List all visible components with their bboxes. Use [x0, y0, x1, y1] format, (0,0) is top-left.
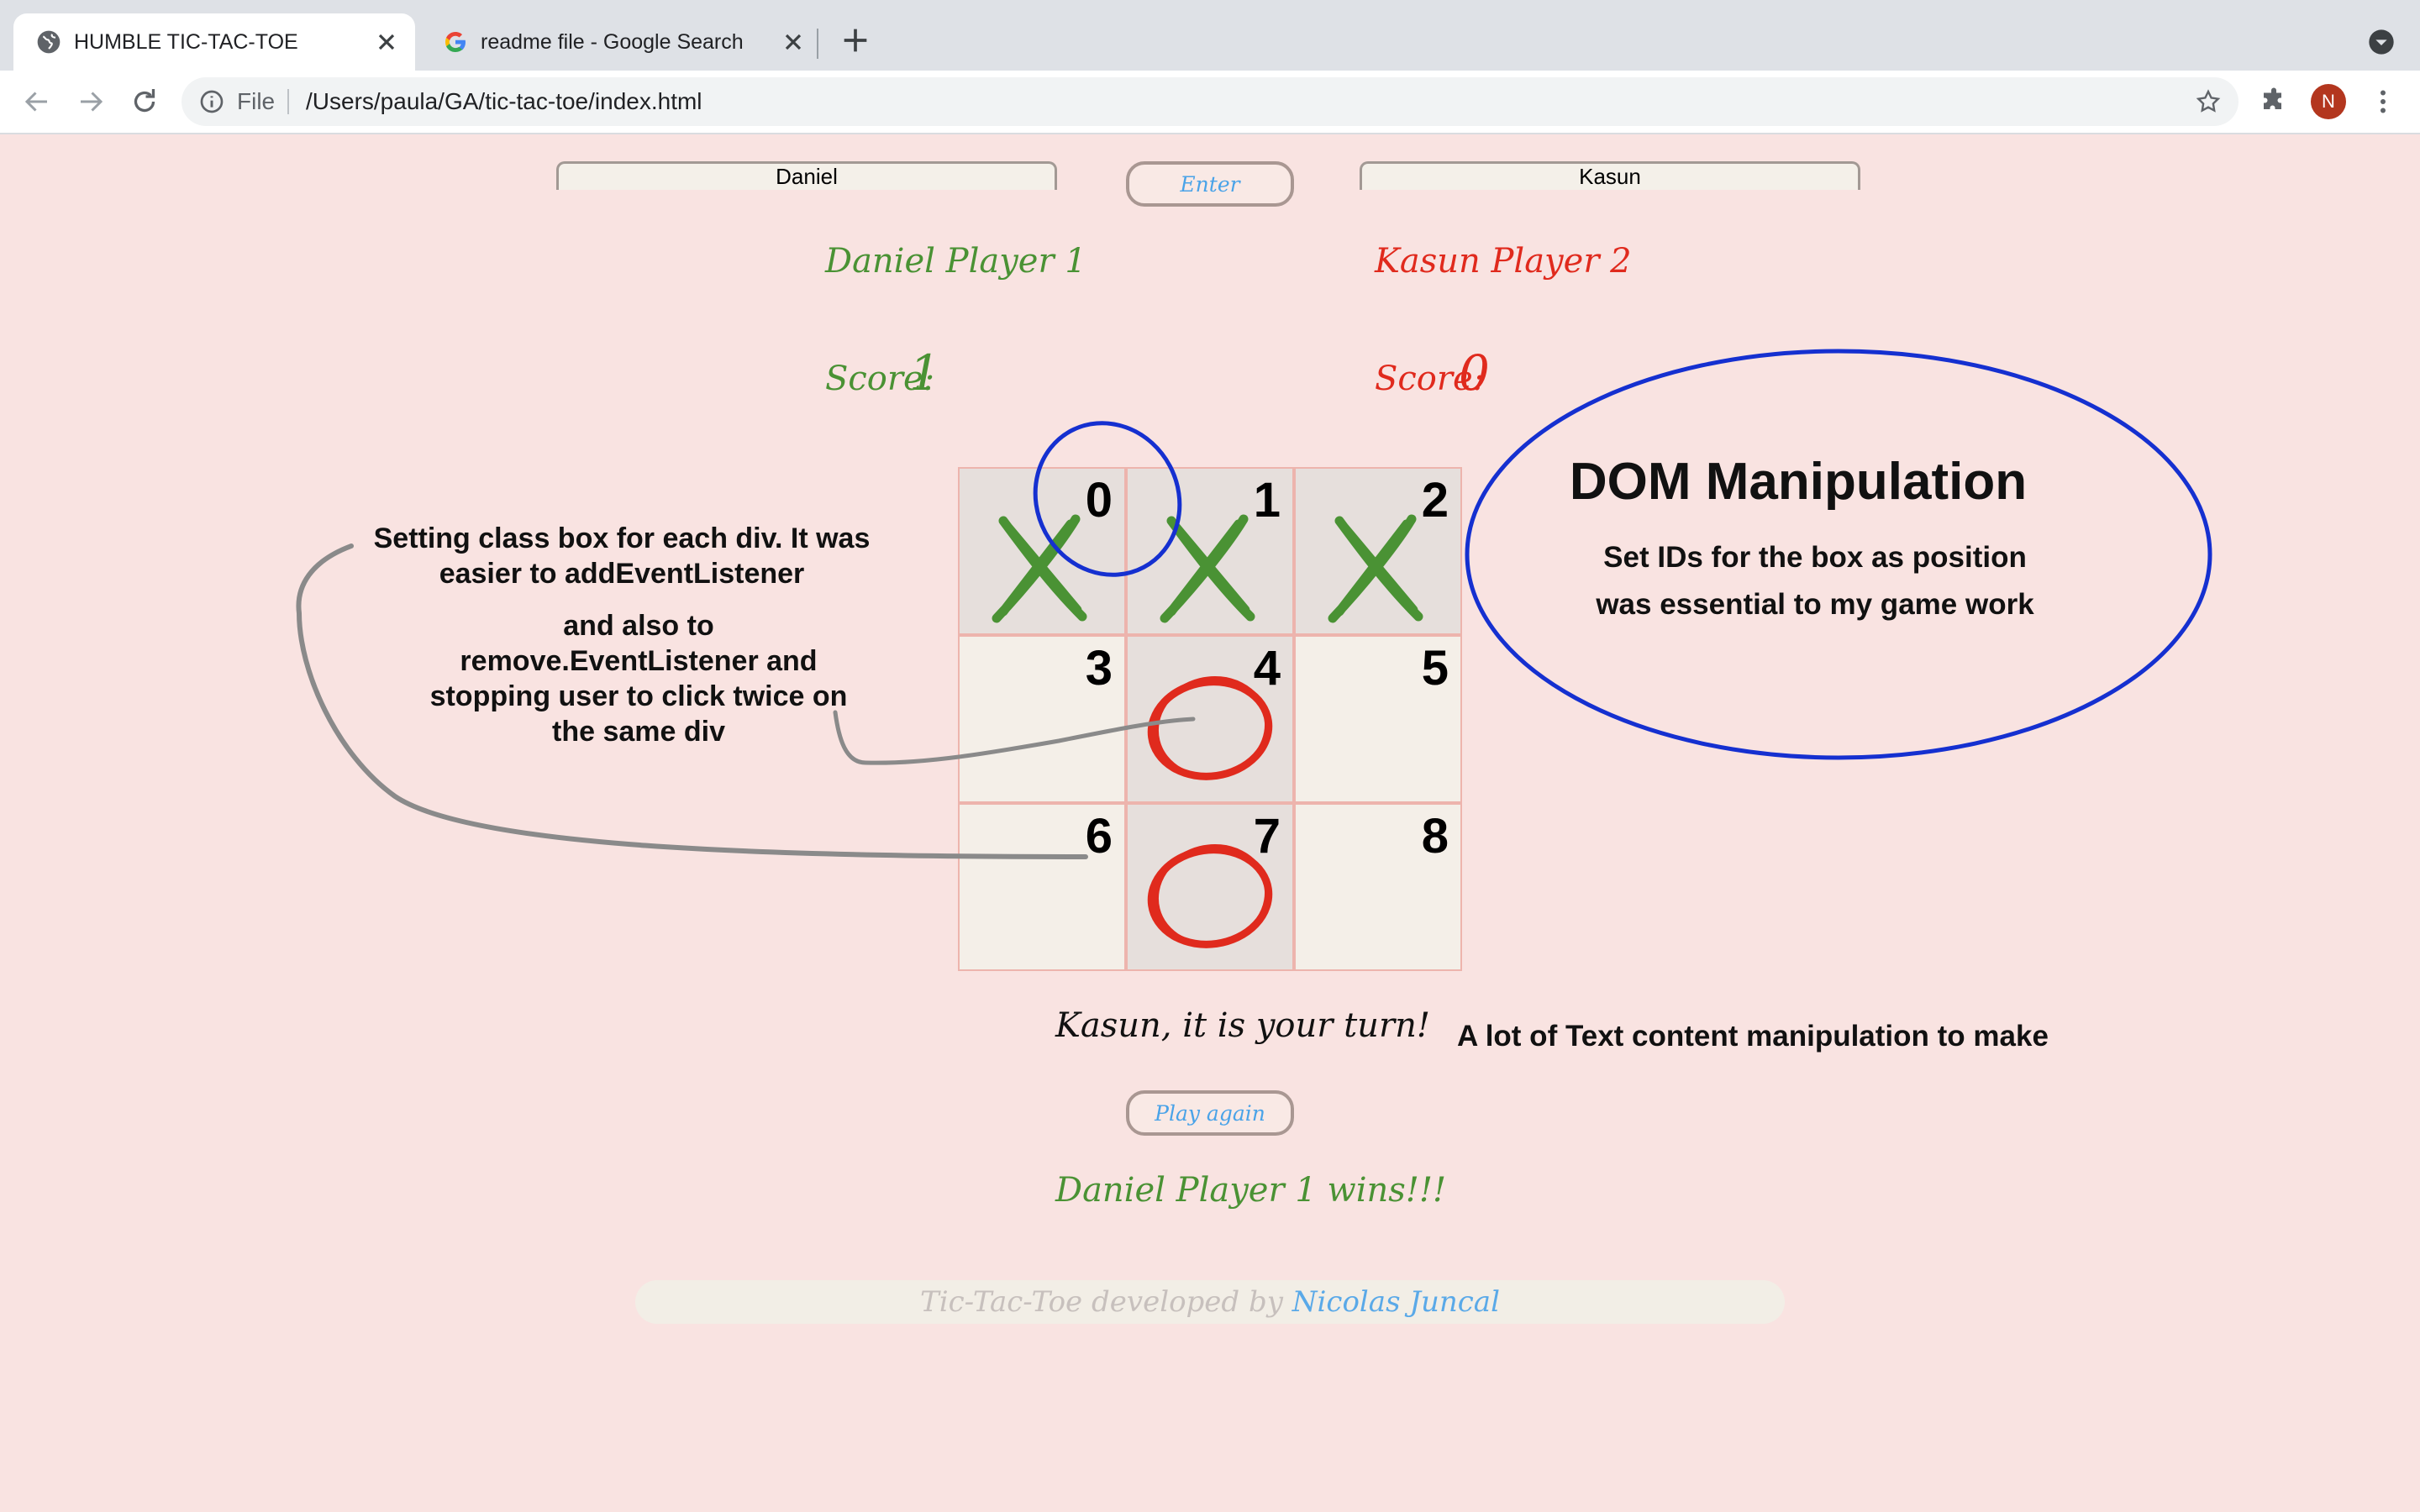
- tab-title: HUMBLE TIC-TAC-TOE: [74, 30, 298, 54]
- extensions-puzzle-icon[interactable]: [2259, 87, 2289, 117]
- more-menu-icon[interactable]: [2368, 87, 2398, 117]
- profile-avatar[interactable]: N: [2311, 84, 2346, 119]
- annotation-arrow-class: [296, 543, 1088, 859]
- google-icon: [445, 32, 466, 52]
- bookmark-star-icon[interactable]: [2195, 88, 2222, 115]
- info-icon[interactable]: [198, 88, 225, 115]
- reload-icon[interactable]: [129, 87, 160, 117]
- tab-readme-google-search[interactable]: readme file - Google Search: [420, 13, 822, 71]
- scheme-label: File: [237, 88, 276, 114]
- forward-arrow-icon[interactable]: [76, 87, 106, 117]
- page-content: Enter Daniel Player 1 Kasun Player 2 Sco…: [0, 133, 2420, 1512]
- annotation-overlay: [296, 349, 2212, 859]
- back-arrow-icon[interactable]: [22, 87, 52, 117]
- close-tab-icon[interactable]: [780, 29, 807, 55]
- url-text[interactable]: /Users/paula/GA/tic-tac-toe/index.html: [306, 77, 702, 126]
- close-tab-icon[interactable]: [373, 29, 400, 55]
- browser-toolbar: File /Users/paula/GA/tic-tac-toe/index.h…: [0, 71, 2420, 134]
- address-bar[interactable]: File /Users/paula/GA/tic-tac-toe/index.h…: [182, 77, 2238, 126]
- annotation-circle-dom: [1465, 349, 2212, 760]
- globe-icon: [37, 30, 60, 54]
- new-tab-icon[interactable]: [839, 24, 872, 57]
- tab-title: readme file - Google Search: [481, 30, 744, 54]
- annotation-circle-small: [1033, 421, 1182, 577]
- tab-humble-tic-tac-toe[interactable]: HUMBLE TIC-TAC-TOE: [13, 13, 415, 71]
- annotation-arrow-listener: [833, 710, 1196, 765]
- omnibox-divider: [287, 89, 289, 114]
- tab-strip: HUMBLE TIC-TAC-TOE readme file - Google …: [0, 0, 2420, 71]
- tab-search-icon[interactable]: [2368, 29, 2395, 55]
- tab-separator: [817, 29, 818, 59]
